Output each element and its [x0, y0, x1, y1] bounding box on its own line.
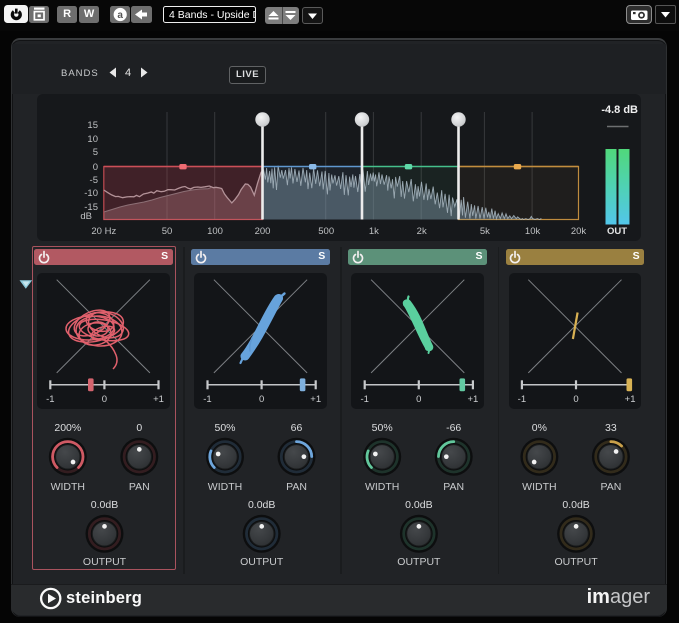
svg-text:a: a [117, 10, 123, 21]
